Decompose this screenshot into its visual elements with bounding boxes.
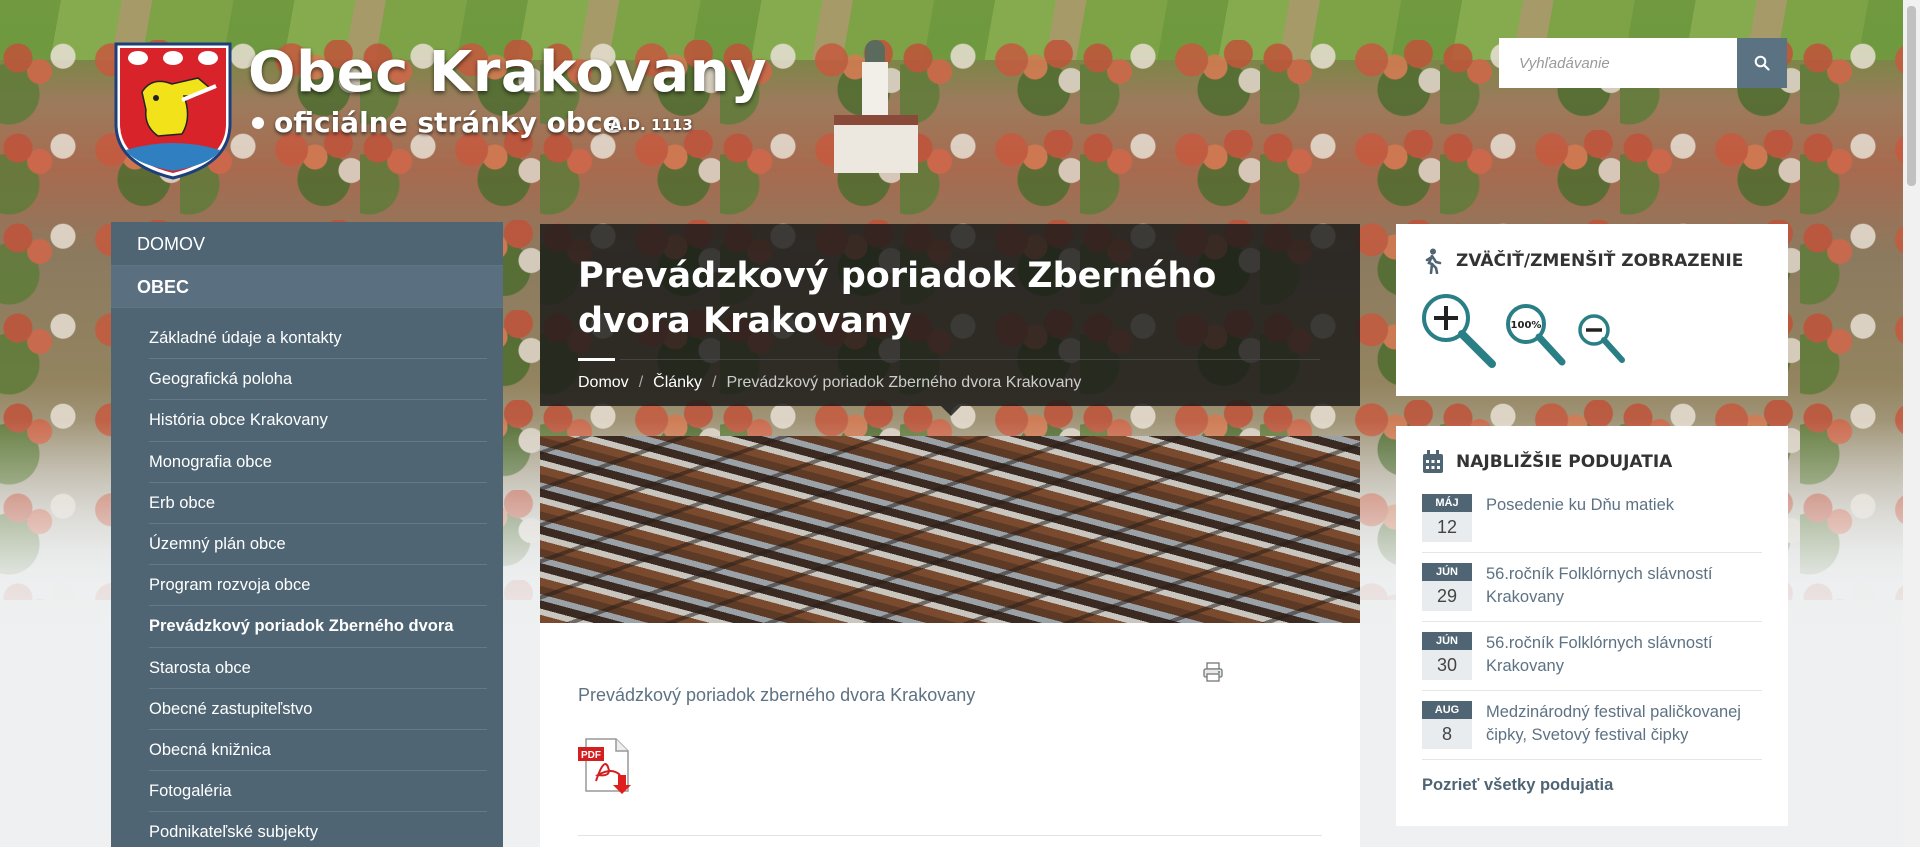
event-date: MÁJ 12	[1422, 494, 1472, 542]
header-pointer	[941, 406, 961, 416]
founding-year: A.D. 1113	[610, 116, 693, 134]
events-panel-title-text: NAJBLIŽŠIE PODUJATIA	[1456, 452, 1673, 472]
breadcrumb-separator: /	[638, 374, 644, 391]
content-divider	[578, 835, 1322, 836]
event-day: 8	[1422, 719, 1472, 749]
breadcrumb: Domov / Články / Prevádzkový poriadok Zb…	[578, 374, 1081, 392]
zoom-out-icon[interactable]	[1574, 292, 1630, 368]
event-link[interactable]: Posedenie ku Dňu matiek	[1486, 494, 1674, 542]
event-item: JÚN 30 56.ročník Folklórnych slávností K…	[1422, 632, 1762, 691]
zoom-controls: 100%	[1420, 292, 1630, 368]
sidebar-subitem-starosta[interactable]: Starosta obce	[149, 648, 487, 689]
title-underline	[578, 358, 615, 361]
event-month: MÁJ	[1422, 494, 1472, 512]
sidebar-subitem-monografia[interactable]: Monografia obce	[149, 442, 487, 483]
event-link[interactable]: Medzinárodný festival paličkovanej čipky…	[1486, 701, 1762, 749]
site-subtitle-text: oficiálne stránky obce	[274, 106, 622, 139]
sidebar-subitem-erb[interactable]: Erb obce	[149, 483, 487, 524]
events-panel-title: NAJBLIŽŠIE PODUJATIA	[1422, 450, 1672, 474]
article-hero-image	[540, 436, 1360, 623]
pdf-label: PDF	[581, 750, 601, 761]
all-events-link[interactable]: Pozrieť všetky podujatia	[1422, 776, 1613, 795]
sidebar-submenu: Základné údaje a kontakty Geografická po…	[111, 318, 503, 847]
page-scrollbar[interactable]	[1903, 0, 1920, 847]
document-link[interactable]: Prevádzkový poriadok zberného dvora Krak…	[578, 685, 975, 706]
event-link[interactable]: 56.ročník Folklórnych slávností Krakovan…	[1486, 632, 1762, 680]
sidebar-subitem-geograficka-poloha[interactable]: Geografická poloha	[149, 359, 487, 401]
zoom-panel: ZVÄČIŤ/ZMENŠIŤ ZOBRAZENIE 100%	[1396, 224, 1788, 396]
search-form	[1499, 38, 1787, 88]
event-item: AUG 8 Medzinárodný festival paličkovanej…	[1422, 701, 1762, 760]
church	[834, 40, 918, 180]
article-content: Prevádzkový poriadok zberného dvora Krak…	[540, 623, 1360, 847]
sidebar-nav: DOMOV OBEC Základné údaje a kontakty Geo…	[111, 222, 503, 847]
search-input[interactable]	[1499, 38, 1737, 88]
article-header: Prevádzkový poriadok Zberného dvora Krak…	[540, 224, 1360, 416]
title-divider	[620, 359, 1320, 360]
bullet-dot	[252, 116, 264, 129]
event-date: JÚN 29	[1422, 563, 1472, 611]
walking-person-icon	[1425, 248, 1442, 274]
zoom-panel-title: ZVÄČIŤ/ZMENŠIŤ ZOBRAZENIE	[1422, 248, 1743, 274]
zoom-reset-label: 100%	[1511, 320, 1542, 331]
coat-of-arms-logo[interactable]	[112, 40, 234, 180]
sidebar-subitem-podnikatelske-subjekty[interactable]: Podnikateľské subjekty	[149, 812, 487, 847]
events-panel: NAJBLIŽŠIE PODUJATIA MÁJ 12 Posedenie ku…	[1396, 426, 1788, 826]
sidebar-subitem-fotogaleria[interactable]: Fotogaléria	[149, 771, 487, 813]
zoom-in-icon[interactable]	[1420, 292, 1496, 368]
scrollbar-thumb[interactable]	[1907, 6, 1916, 186]
events-list: MÁJ 12 Posedenie ku Dňu matiek JÚN 29 56…	[1422, 494, 1762, 770]
event-day: 30	[1422, 650, 1472, 680]
sidebar-item-obec[interactable]: OBEC	[111, 266, 503, 308]
event-item: MÁJ 12 Posedenie ku Dňu matiek	[1422, 494, 1762, 553]
event-date: AUG 8	[1422, 701, 1472, 749]
sidebar-subitem-uzemny-plan[interactable]: Územný plán obce	[149, 524, 487, 566]
sidebar-item-domov[interactable]: DOMOV	[111, 222, 503, 266]
breadcrumb-clanky[interactable]: Články	[653, 374, 702, 392]
search-icon	[1754, 55, 1770, 71]
event-month: AUG	[1422, 701, 1472, 719]
site-title[interactable]: Obec Krakovany	[248, 40, 767, 105]
sidebar-subitem-kniznica[interactable]: Obecná knižnica	[149, 730, 487, 772]
sidebar-subitem-prevadzkovy-poriadok[interactable]: Prevádzkový poriadok Zberného dvora	[149, 606, 487, 648]
sidebar-subitem-zakladne-udaje[interactable]: Základné údaje a kontakty	[149, 318, 487, 360]
event-month: JÚN	[1422, 632, 1472, 650]
event-item: JÚN 29 56.ročník Folklórnych slávností K…	[1422, 563, 1762, 622]
search-button[interactable]	[1737, 38, 1787, 88]
event-day: 29	[1422, 581, 1472, 611]
calendar-icon	[1423, 450, 1443, 473]
breadcrumb-current: Prevádzkový poriadok Zberného dvora Krak…	[726, 374, 1082, 391]
event-date: JÚN 30	[1422, 632, 1472, 680]
event-month: JÚN	[1422, 563, 1472, 581]
page-title: Prevádzkový poriadok Zberného dvora Krak…	[578, 256, 1217, 341]
pdf-download-icon[interactable]: PDF	[578, 737, 634, 795]
breadcrumb-home[interactable]: Domov	[578, 374, 629, 392]
event-link[interactable]: 56.ročník Folklórnych slávností Krakovan…	[1486, 563, 1762, 611]
zoom-reset-icon[interactable]: 100%	[1502, 292, 1568, 368]
breadcrumb-separator: /	[712, 374, 717, 391]
site-subtitle: oficiálne stránky obce	[252, 106, 622, 139]
sidebar-subitem-historia[interactable]: História obce Krakovany	[149, 400, 487, 442]
zoom-panel-title-text: ZVÄČIŤ/ZMENŠIŤ ZOBRAZENIE	[1456, 251, 1744, 271]
sidebar-subitem-zastupitelstvo[interactable]: Obecné zastupiteľstvo	[149, 689, 487, 730]
sidebar-subitem-program-rozvoja[interactable]: Program rozvoja obce	[149, 565, 487, 607]
event-day: 12	[1422, 512, 1472, 542]
print-icon[interactable]	[1202, 661, 1224, 683]
